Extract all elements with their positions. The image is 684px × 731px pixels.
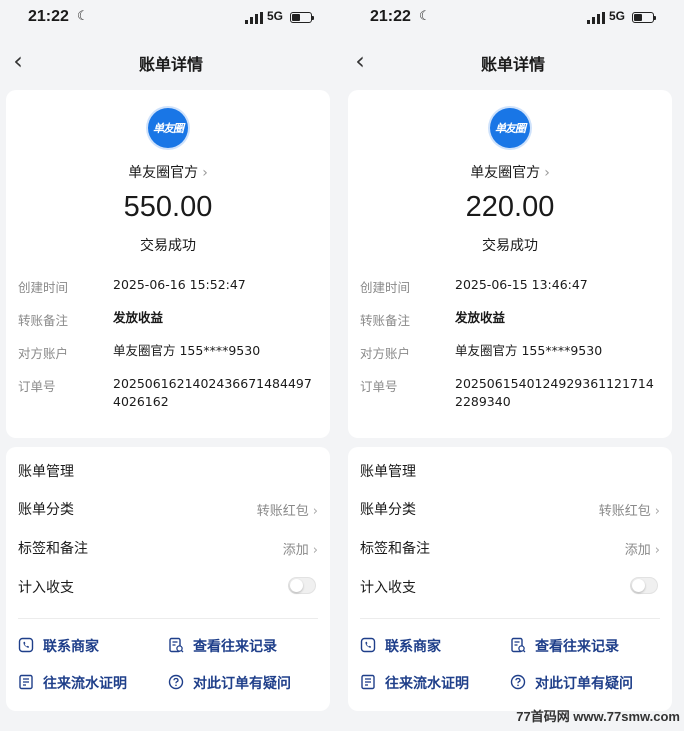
divider xyxy=(360,618,660,619)
created-time-value: 2025-06-16 15:52:47 xyxy=(113,277,246,292)
transfer-note-value: 发放收益 xyxy=(113,310,164,325)
document-icon xyxy=(361,674,375,690)
counterparty-label: 对方账户 xyxy=(360,346,411,361)
chevron-right-icon: › xyxy=(654,504,660,519)
bill-summary-card: 单友圈 单友圈官方 › 550.00 交易成功 创建时间 2025-06-16 1… xyxy=(6,90,330,438)
order-number-label: 订单号 xyxy=(18,379,56,394)
phone-icon xyxy=(18,637,34,653)
bill-category-label: 账单分类 xyxy=(360,502,416,518)
contact-merchant-label: 联系商家 xyxy=(43,639,99,655)
order-question-label: 对此订单有疑问 xyxy=(535,676,633,692)
page-title: 账单详情 xyxy=(138,55,203,74)
management-title: 账单管理 xyxy=(18,464,74,480)
signal-icon xyxy=(587,12,605,24)
include-in-stats-row: 计入收支 xyxy=(6,573,330,599)
tags-notes-row[interactable]: 标签和备注 添加 › xyxy=(348,534,672,560)
moon-icon: ☾ xyxy=(419,9,431,24)
view-history-label: 查看往来记录 xyxy=(193,639,277,655)
transaction-status: 交易成功 xyxy=(482,238,538,254)
bill-management-card: 账单管理 账单分类 转账红包 › 标签和备注 添加 › 计入收支 联系商家 查看往来… xyxy=(6,447,330,711)
status-bar: 21:22 ☾ 5G xyxy=(0,6,342,30)
tags-notes-label: 标签和备注 xyxy=(360,541,430,557)
order-number-label: 订单号 xyxy=(360,379,398,394)
bill-category-row[interactable]: 账单分类 转账红包 › xyxy=(348,495,672,521)
amount: 220.00 xyxy=(465,191,555,223)
contact-merchant-label: 联系商家 xyxy=(385,639,441,655)
moon-icon: ☾ xyxy=(77,9,89,24)
include-in-stats-label: 计入收支 xyxy=(18,580,74,596)
question-icon xyxy=(510,674,526,690)
transfer-note-value: 发放收益 xyxy=(455,310,506,325)
amount: 550.00 xyxy=(123,191,213,223)
merchant-link[interactable]: 单友圈官方 › xyxy=(348,162,672,182)
page-title: 账单详情 xyxy=(480,55,545,74)
counterparty-value: 单友圈官方 155****9530 xyxy=(455,343,603,358)
statement-proof-label: 往来流水证明 xyxy=(385,676,469,692)
battery-icon xyxy=(632,12,656,23)
transaction-status: 交易成功 xyxy=(140,238,196,254)
include-in-stats-label: 计入收支 xyxy=(360,580,416,596)
chevron-right-icon: › xyxy=(312,504,318,519)
bill-detail-panel-2: 21:22 ☾ 5G ‹ 账单详情 单友圈 单友圈官方 › 220.00 交易成功… xyxy=(342,0,684,731)
include-in-stats-row: 计入收支 xyxy=(348,573,672,599)
bill-management-card: 账单管理 账单分类 转账红包 › 标签和备注 添加 › 计入收支 联系商家 查看往来… xyxy=(348,447,672,711)
merchant-logo: 单友圈 xyxy=(148,108,188,148)
chevron-right-icon: › xyxy=(654,543,660,558)
tags-notes-value: 添加 xyxy=(624,543,651,558)
nav-bar: ‹ 账单详情 xyxy=(0,45,342,77)
signal-icon xyxy=(245,12,263,24)
chevron-right-icon: › xyxy=(312,543,318,558)
merchant-name: 单友圈官方 xyxy=(128,165,199,181)
created-time-label: 创建时间 xyxy=(18,280,69,295)
created-time-value: 2025-06-15 13:46:47 xyxy=(455,277,588,292)
bill-summary-card: 单友圈 单友圈官方 › 220.00 交易成功 创建时间 2025-06-15 1… xyxy=(348,90,672,438)
tags-notes-value: 添加 xyxy=(282,543,309,558)
nav-bar: ‹ 账单详情 xyxy=(342,45,684,77)
phone-icon xyxy=(360,637,376,653)
bill-category-value: 转账红包 xyxy=(256,504,309,519)
merchant-name: 单友圈官方 xyxy=(470,165,541,181)
view-history-label: 查看往来记录 xyxy=(535,639,619,655)
order-number-value: 2025061540124929361121714 2289340 xyxy=(455,376,654,409)
status-time: 21:22 xyxy=(28,8,69,25)
question-icon xyxy=(168,674,184,690)
network-label: 5G xyxy=(267,9,284,23)
counterparty-label: 对方账户 xyxy=(18,346,69,361)
counterparty-value: 单友圈官方 155****9530 xyxy=(113,343,261,358)
bill-category-row[interactable]: 账单分类 转账红包 › xyxy=(6,495,330,521)
merchant-link[interactable]: 单友圈官方 › xyxy=(6,162,330,182)
chevron-right-icon: › xyxy=(544,165,550,181)
document-icon xyxy=(19,674,33,690)
order-number-value: 2025061621402436671484497 4026162 xyxy=(113,376,312,409)
tags-notes-row[interactable]: 标签和备注 添加 › xyxy=(6,534,330,560)
include-in-stats-toggle[interactable] xyxy=(630,577,658,594)
divider xyxy=(18,618,318,619)
chevron-right-icon: › xyxy=(202,165,208,181)
history-record-icon xyxy=(169,637,184,653)
statement-proof-label: 往来流水证明 xyxy=(43,676,127,692)
bill-category-label: 账单分类 xyxy=(18,502,74,518)
order-question-label: 对此订单有疑问 xyxy=(193,676,291,692)
watermark: 77首码网 www.77smw.com xyxy=(516,709,680,724)
created-time-label: 创建时间 xyxy=(360,280,411,295)
management-title: 账单管理 xyxy=(360,464,416,480)
bill-detail-panel-1: 21:22 ☾ 5G ‹ 账单详情 单友圈 单友圈官方 › 550.00 交易成功… xyxy=(0,0,342,731)
merchant-logo-text: 单友圈 xyxy=(495,122,526,135)
history-record-icon xyxy=(511,637,526,653)
bill-category-value: 转账红包 xyxy=(598,504,651,519)
transfer-note-label: 转账备注 xyxy=(360,313,411,328)
status-time: 21:22 xyxy=(370,8,411,25)
merchant-logo-text: 单友圈 xyxy=(153,122,184,135)
network-label: 5G xyxy=(609,9,626,23)
transfer-note-label: 转账备注 xyxy=(18,313,69,328)
include-in-stats-toggle[interactable] xyxy=(288,577,316,594)
battery-icon xyxy=(290,12,314,23)
merchant-logo: 单友圈 xyxy=(490,108,530,148)
status-bar: 21:22 ☾ 5G xyxy=(342,6,684,30)
tags-notes-label: 标签和备注 xyxy=(18,541,88,557)
